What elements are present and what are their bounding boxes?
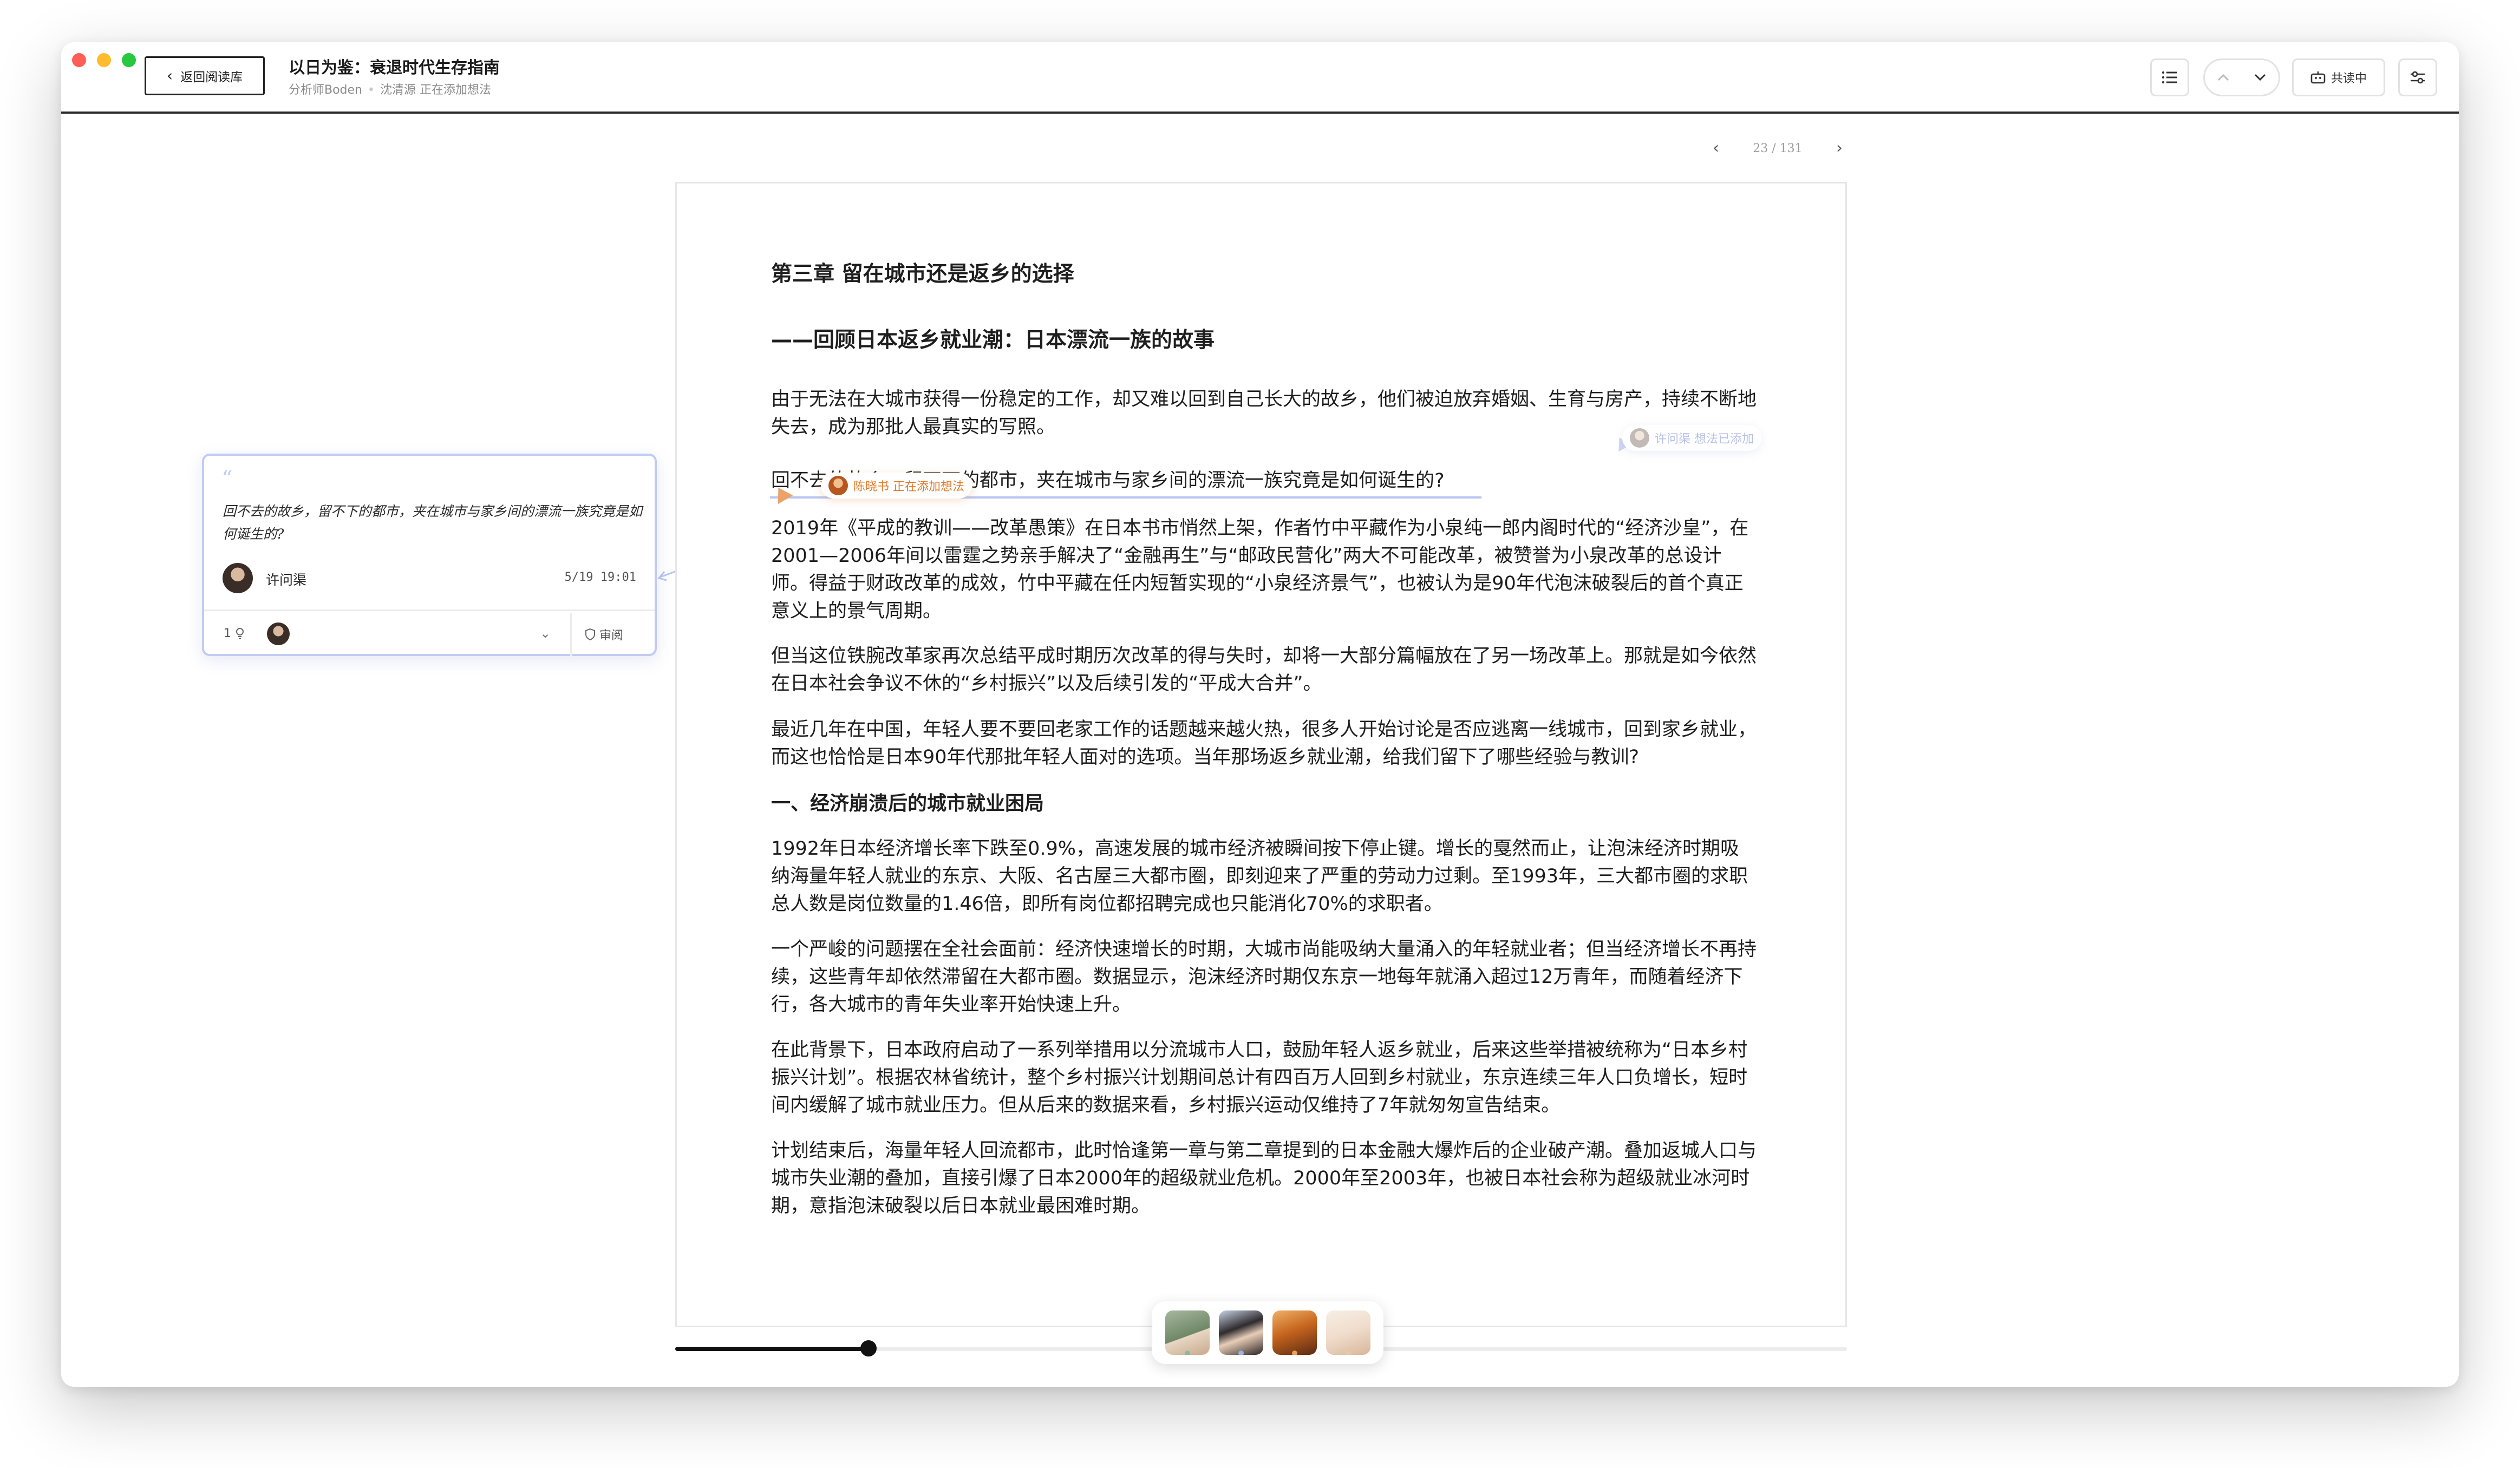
progress-handle[interactable] (860, 1340, 877, 1356)
close-window-button[interactable] (72, 53, 86, 67)
annotation-card[interactable]: “ 回不去的故乡，留不下的都市，夹在城市与家乡间的漂流一族究竟是如何诞生的? 许… (202, 454, 657, 656)
co-readers-bar (1152, 1301, 1383, 1364)
back-button-label: 返回阅读库 (180, 70, 243, 84)
reader-avatar[interactable] (1218, 1310, 1263, 1355)
idea-count[interactable]: 1 (224, 627, 244, 640)
page-pager: ‹ 23 / 131 › (1713, 137, 1843, 159)
lightbulb-icon (236, 627, 244, 639)
section-heading: 一、经济崩溃后的城市就业困局 (771, 792, 1044, 815)
section-subtitle: ——回顾日本返乡就业潮：日本漂流一族的故事 (771, 328, 1215, 352)
prev-next-group (2203, 58, 2280, 96)
annotation-quote: 回不去的故乡，留不下的都市，夹在城市与家乡间的漂流一族究竟是如何诞生的? (223, 503, 643, 542)
review-label: 审阅 (599, 629, 624, 643)
divider (570, 613, 572, 656)
back-to-library-button[interactable]: ‹ 返回阅读库 (145, 56, 265, 95)
paragraph[interactable]: 由于无法在大城市获得一份稳定的工作，却又难以回到自己长大的故乡，他们被迫放弃婚姻… (771, 386, 1757, 441)
review-button[interactable]: 审阅 (585, 626, 623, 643)
prev-page-icon[interactable]: ‹ (1713, 140, 1719, 156)
annotation-author: 许问渠 (266, 572, 307, 588)
paragraph[interactable]: 2019年《平成的教训——改革愚策》在日本书市悄然上架，作者竹中平藏作为小泉纯一… (771, 515, 1757, 625)
list-icon (2162, 71, 2177, 84)
paragraph[interactable]: 在此背景下，日本政府启动了一系列举措用以分流城市人口，鼓励年轻人返乡就业，后来这… (771, 1037, 1757, 1119)
avatar (1630, 428, 1649, 448)
active-collaborator-chip: 陈晓书 正在添加想法 (821, 473, 972, 499)
idea-count-value: 1 (224, 627, 231, 640)
book-title: 以日为鉴：衰退时代生存指南 (289, 58, 500, 77)
book-page: 第三章 留在城市还是返乡的选择 ——回顾日本返乡就业潮：日本漂流一族的故事 由于… (675, 182, 1847, 1327)
reader-avatar[interactable] (1165, 1310, 1210, 1355)
page-indicator: 23 / 131 (1753, 141, 1803, 155)
progress-fill (675, 1347, 869, 1351)
presence-dot (1291, 1351, 1297, 1355)
book-subtitle: 分析师Boden • 沈清源 正在添加想法 (289, 80, 491, 97)
participant-avatar (267, 622, 290, 645)
paragraph[interactable]: 计划结束后，海量年轻人回流都市，此时恰逢第一章与第二章提到的日本金融大爆炸后的企… (771, 1137, 1757, 1220)
paragraph[interactable]: 1992年日本经济增长率下跌至0.9%，高速发展的城市经济被瞬间按下停止键。增长… (771, 835, 1757, 918)
avatar (223, 563, 253, 593)
collaborator-status: 陈晓书 正在添加想法 (853, 480, 964, 494)
settings-button[interactable] (2398, 58, 2437, 96)
paragraph[interactable]: 最近几年在中国，年轻人要不要回老家工作的话题越来越火热，很多人开始讨论是否应逃离… (771, 716, 1757, 771)
shield-icon (585, 628, 595, 640)
chevron-down-icon[interactable]: ⌄ (540, 626, 551, 641)
sliders-icon (2411, 71, 2425, 84)
book-author: 分析师Boden (289, 83, 362, 97)
chapter-title: 第三章 留在城市还是返乡的选择 (771, 262, 1074, 286)
co-reading-label: 共读中 (2330, 72, 2367, 86)
reader-avatar[interactable] (1326, 1310, 1370, 1355)
collab-status: 沈清源 正在添加想法 (380, 83, 491, 97)
chevron-left-icon: ‹ (166, 67, 173, 84)
paragraph[interactable]: 一个严峻的问题摆在全社会面前：经济快速增长的时期，大城市尚能吸纳大量涌入的年轻就… (771, 936, 1757, 1019)
co-reading-icon (2310, 71, 2326, 84)
separator-dot: • (368, 83, 375, 97)
paragraph[interactable]: 但当这位铁腕改革家再次总结平成时期历次改革的得与失时，却将一大部分篇幅放在了另一… (771, 643, 1757, 698)
quote-mark-icon: “ (221, 467, 233, 491)
annotation-time: 5/19 19:01 (564, 571, 636, 584)
presence-dot (1184, 1351, 1190, 1355)
next-page-icon[interactable]: › (1836, 140, 1843, 156)
reader-avatar[interactable] (1272, 1310, 1317, 1355)
chevron-up-icon[interactable] (2217, 74, 2229, 81)
presence-dot (1345, 1351, 1351, 1355)
chevron-down-icon[interactable] (2254, 74, 2266, 81)
avatar (828, 476, 848, 495)
app-window: ‹ 返回阅读库 以日为鉴：衰退时代生存指南 分析师Boden • 沈清源 正在添加想… (61, 42, 2459, 1387)
zoom-window-button[interactable] (122, 53, 136, 67)
collaborator-status: 许问渠 想法已添加 (1655, 432, 1754, 446)
minimize-window-button[interactable] (97, 53, 111, 67)
presence-dot (1238, 1351, 1244, 1355)
faded-collaborator-chip: 许问渠 想法已添加 (1622, 425, 1761, 451)
divider (204, 610, 655, 611)
toc-button[interactable] (2150, 58, 2189, 96)
co-reading-button[interactable]: 共读中 (2292, 58, 2385, 96)
title-bar: ‹ 返回阅读库 以日为鉴：衰退时代生存指南 分析师Boden • 沈清源 正在添加想… (61, 42, 2459, 114)
